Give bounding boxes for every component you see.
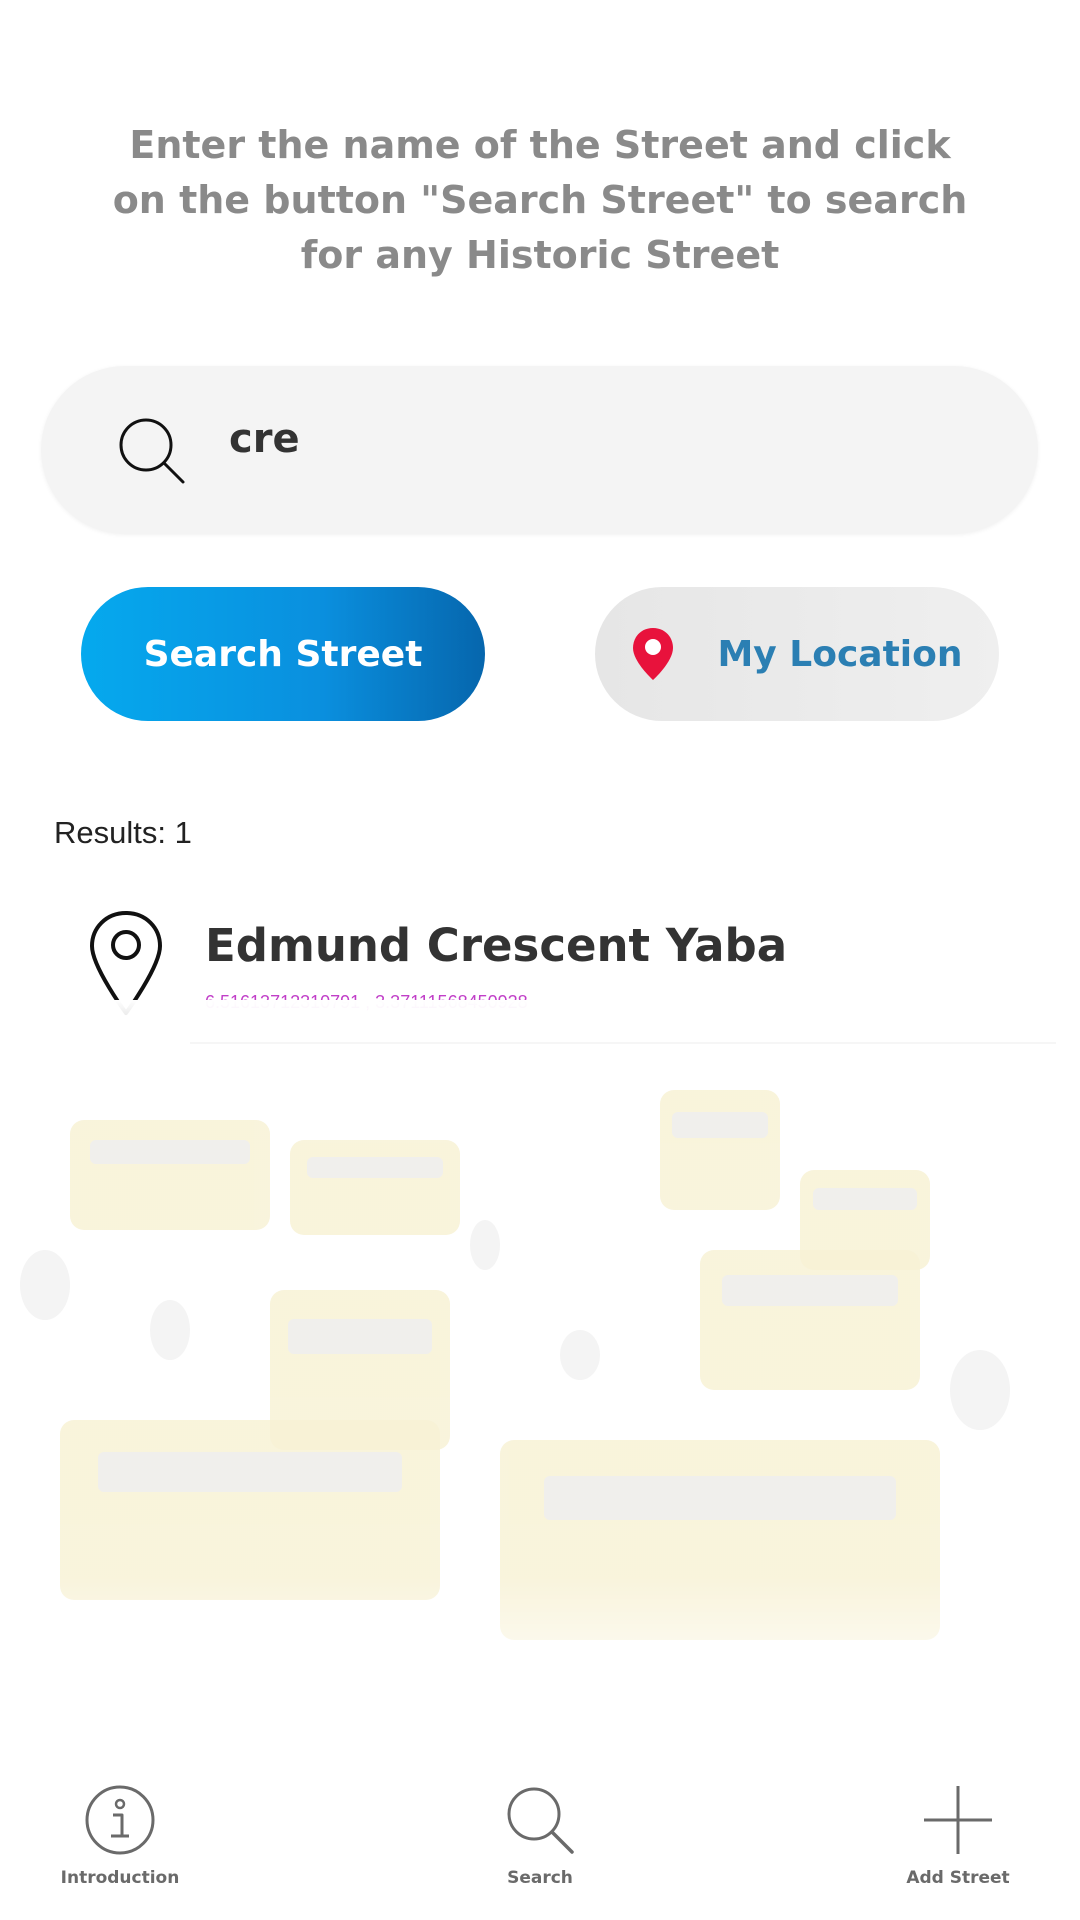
nav-label-search: Search <box>507 1868 573 1888</box>
search-street-label: Search Street <box>143 633 423 675</box>
nav-label-introduction: Introduction <box>60 1868 180 1888</box>
my-location-label: My Location <box>717 633 963 675</box>
results-count: Results: 1 <box>54 815 192 850</box>
search-icon <box>119 418 185 484</box>
location-pin-icon <box>90 911 162 1015</box>
plus-icon <box>924 1786 992 1854</box>
bottom-navigation: Introduction Search Add Street <box>0 1760 1080 1920</box>
result-list-item[interactable]: Edmund Crescent Yaba 6.51613712310791 , … <box>0 905 1080 1045</box>
nav-item-add-street[interactable]: Add Street <box>868 1782 1048 1888</box>
nav-item-introduction[interactable]: Introduction <box>30 1782 210 1888</box>
search-input-value[interactable]: cre <box>229 416 300 462</box>
nav-item-search[interactable]: Search <box>450 1782 630 1888</box>
result-divider <box>190 1042 1056 1044</box>
info-icon <box>85 1785 155 1855</box>
nav-label-add-street: Add Street <box>906 1868 1010 1888</box>
result-coordinates: 6.51613712310791 , 3.37111568450928 <box>205 992 528 1012</box>
search-icon <box>507 1787 574 1854</box>
instructions-text: Enter the name of the Street and click o… <box>112 123 968 277</box>
search-street-button[interactable]: Search Street <box>81 587 485 721</box>
street-search-input[interactable]: cre <box>41 366 1038 534</box>
background-street-photo <box>0 1000 1080 1720</box>
map-pin-icon <box>633 628 674 680</box>
my-location-button[interactable]: My Location <box>595 587 999 721</box>
result-title: Edmund Crescent Yaba <box>205 919 788 972</box>
